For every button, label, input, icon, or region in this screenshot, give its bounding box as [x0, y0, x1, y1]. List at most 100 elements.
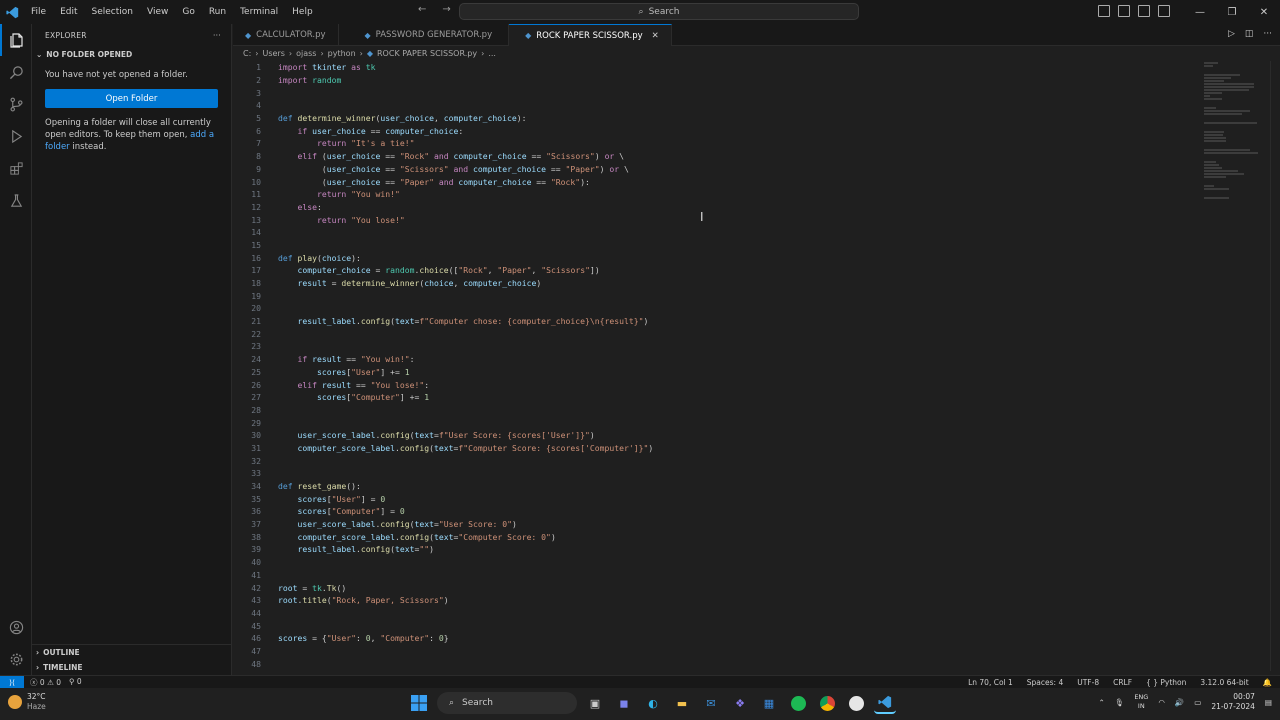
accounts-icon[interactable]: [0, 611, 32, 643]
remote-indicator-icon[interactable]: ⟩⟨: [0, 675, 24, 689]
command-center-search[interactable]: ⌕ Search: [459, 3, 859, 20]
wifi-icon[interactable]: ◠: [1158, 698, 1165, 707]
code-line[interactable]: 5 def determine_winner(user_choice, compu…: [233, 112, 1173, 125]
language-mode[interactable]: { } Python: [1146, 678, 1186, 687]
code-line[interactable]: 11 return "You win!": [233, 188, 1173, 201]
code-line[interactable]: 46 scores = {"User": 0, "Computer": 0}: [233, 632, 1173, 645]
code-line[interactable]: 16 def play(choice):: [233, 251, 1173, 264]
line-endings[interactable]: CRLF: [1113, 678, 1132, 687]
breadcrumb-file[interactable]: ROCK PAPER SCISSOR.py: [377, 49, 477, 58]
code-line[interactable]: 22: [233, 327, 1173, 340]
code-line[interactable]: 6 if user_choice == computer_choice:: [233, 124, 1173, 137]
manage-gear-icon[interactable]: [0, 643, 32, 675]
code-line[interactable]: 26 elif result == "You lose!":: [233, 378, 1173, 391]
vscode-taskbar-icon[interactable]: [874, 692, 896, 714]
customize-layout-icon[interactable]: [1158, 5, 1170, 17]
file-explorer-icon[interactable]: ▬: [671, 692, 693, 714]
tab-calculator[interactable]: ◆ CALCULATOR.py: [233, 24, 339, 46]
explorer-icon[interactable]: [0, 24, 32, 56]
system-clock[interactable]: 00:07 21-07-2024: [1211, 692, 1255, 712]
notifications-bell-icon[interactable]: 🔔: [1263, 678, 1272, 687]
toggle-secondary-sidebar-icon[interactable]: [1138, 5, 1150, 17]
file-encoding[interactable]: UTF-8: [1077, 678, 1099, 687]
code-line[interactable]: 35 scores["User"] = 0: [233, 492, 1173, 505]
breadcrumb-ojass[interactable]: ojass: [296, 49, 316, 58]
code-line[interactable]: 21 result_label.config(text=f"Computer c…: [233, 315, 1173, 328]
menu-edit[interactable]: Edit: [53, 0, 84, 24]
source-control-icon[interactable]: [0, 88, 32, 120]
search-view-icon[interactable]: [0, 56, 32, 88]
weather-widget[interactable]: 32°C Haze: [8, 692, 46, 712]
code-line[interactable]: 1 import tkinter as tk: [233, 61, 1173, 74]
tab-rock-paper-scissor[interactable]: ◆ ROCK PAPER SCISSOR.py ✕: [509, 24, 672, 46]
input-language[interactable]: ENG IN: [1134, 693, 1148, 711]
code-line[interactable]: 45: [233, 619, 1173, 632]
code-line[interactable]: 20: [233, 302, 1173, 315]
code-line[interactable]: 10 (user_choice == "Paper" and computer_…: [233, 175, 1173, 188]
timeline-section[interactable]: › TIMELINE: [32, 660, 232, 675]
close-window-icon[interactable]: ✕: [1248, 0, 1280, 24]
code-line[interactable]: 9 (user_choice == "Scissors" and compute…: [233, 163, 1173, 176]
code-line[interactable]: 15: [233, 239, 1173, 252]
code-line[interactable]: 32: [233, 454, 1173, 467]
code-line[interactable]: 31 computer_score_label.config(text=f"Co…: [233, 442, 1173, 455]
task-view-icon[interactable]: ▣: [584, 692, 606, 714]
code-line[interactable]: 4: [233, 99, 1173, 112]
code-line[interactable]: 3: [233, 86, 1173, 99]
chat-icon[interactable]: ◼: [613, 692, 635, 714]
problems-status[interactable]: ⓧ 0 ⚠ 0: [30, 677, 61, 688]
no-folder-section-header[interactable]: ⌄ NO FOLDER OPENED: [32, 46, 231, 62]
code-line[interactable]: 41: [233, 569, 1173, 582]
more-actions-icon[interactable]: ···: [1263, 29, 1272, 39]
menu-help[interactable]: Help: [285, 0, 320, 24]
run-debug-icon[interactable]: [0, 120, 32, 152]
code-line[interactable]: 47: [233, 645, 1173, 658]
indentation[interactable]: Spaces: 4: [1027, 678, 1063, 687]
testing-flask-icon[interactable]: [0, 184, 32, 216]
code-line[interactable]: 27 scores["Computer"] += 1: [233, 391, 1173, 404]
code-line[interactable]: 37 user_score_label.config(text="User Sc…: [233, 518, 1173, 531]
back-arrow-icon[interactable]: ←: [418, 4, 426, 15]
code-line[interactable]: 48: [233, 657, 1173, 670]
split-editor-icon[interactable]: ◫: [1245, 29, 1254, 39]
minimize-icon[interactable]: —: [1184, 0, 1216, 24]
tab-password-generator[interactable]: ◆ PASSWORD GENERATOR.py: [339, 24, 510, 46]
menu-run[interactable]: Run: [202, 0, 233, 24]
code-line[interactable]: 7 return "It's a tie!": [233, 137, 1173, 150]
code-line[interactable]: 36 scores["Computer"] = 0: [233, 505, 1173, 518]
code-line[interactable]: 44: [233, 607, 1173, 620]
code-editor[interactable]: 1 import tkinter as tk 2 import random 3 4 5 de…: [233, 61, 1173, 670]
menu-view[interactable]: View: [140, 0, 175, 24]
minimap[interactable]: [1204, 61, 1264, 199]
battery-icon[interactable]: ▭: [1194, 698, 1201, 707]
spotify-icon[interactable]: [787, 692, 809, 714]
run-python-icon[interactable]: ▷: [1228, 29, 1235, 39]
code-line[interactable]: 33: [233, 467, 1173, 480]
microphone-icon[interactable]: 🎙: [1115, 698, 1125, 707]
github-icon[interactable]: [845, 692, 867, 714]
python-interpreter[interactable]: 3.12.0 64-bit: [1200, 678, 1248, 687]
code-line[interactable]: 24 if result == "You win!":: [233, 353, 1173, 366]
open-folder-button[interactable]: Open Folder: [45, 89, 218, 108]
code-line[interactable]: 17 computer_choice = random.choice(["Roc…: [233, 264, 1173, 277]
breadcrumb-symbols[interactable]: ...: [488, 49, 496, 58]
outline-section[interactable]: › OUTLINE: [32, 645, 232, 660]
code-line[interactable]: 14: [233, 226, 1173, 239]
code-line[interactable]: 43 root.title("Rock, Paper, Scissors"): [233, 594, 1173, 607]
more-actions-icon[interactable]: ···: [213, 31, 221, 40]
code-line[interactable]: 34 def reset_game():: [233, 480, 1173, 493]
menu-selection[interactable]: Selection: [85, 0, 140, 24]
code-line[interactable]: 30 user_score_label.config(text=f"User S…: [233, 429, 1173, 442]
extensions-icon[interactable]: [0, 152, 32, 184]
menu-terminal[interactable]: Terminal: [233, 0, 285, 24]
toggle-sidebar-icon[interactable]: [1098, 5, 1110, 17]
code-line[interactable]: 19: [233, 289, 1173, 302]
code-line[interactable]: 39 result_label.config(text=""): [233, 543, 1173, 556]
menu-go[interactable]: Go: [175, 0, 201, 24]
copilot-icon[interactable]: ❖: [729, 692, 751, 714]
windows-start-icon[interactable]: [408, 692, 430, 714]
taskbar-search[interactable]: ⌕ Search: [437, 692, 577, 714]
code-line[interactable]: 23: [233, 340, 1173, 353]
code-line[interactable]: 38 computer_score_label.config(text="Com…: [233, 530, 1173, 543]
editor-scrollbar[interactable]: [1270, 61, 1280, 671]
